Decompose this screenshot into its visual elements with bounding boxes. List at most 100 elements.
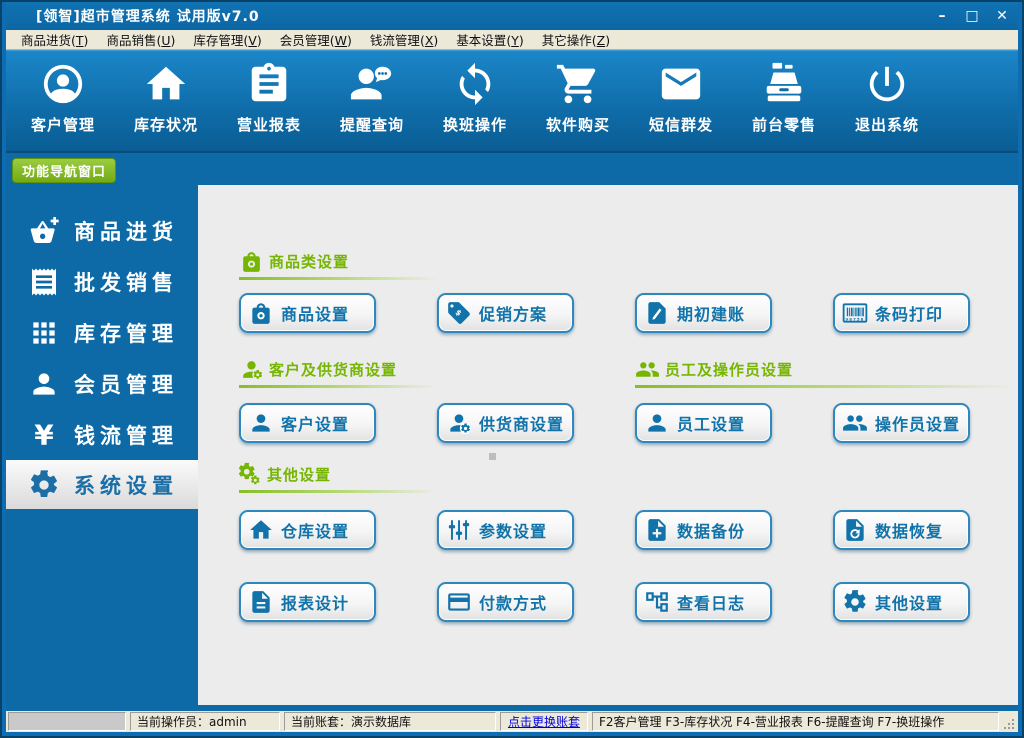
supplier-settings-button[interactable]: 供货商设置 bbox=[437, 403, 574, 443]
data-backup-button[interactable]: 数据备份 bbox=[635, 510, 772, 550]
maximize-button[interactable]: □ bbox=[964, 8, 980, 24]
menu-item-basic-settings[interactable]: 基本设置(Y) bbox=[447, 30, 532, 49]
menu-item-inventory[interactable]: 库存管理(V) bbox=[184, 30, 270, 49]
toolbar-reminder-query-button[interactable]: 提醒查询 bbox=[325, 61, 419, 151]
envelope-icon bbox=[658, 61, 704, 107]
barcode-icon: 98758 bbox=[842, 300, 868, 326]
document-pen-icon bbox=[644, 300, 670, 326]
sliders-icon bbox=[446, 517, 472, 543]
parameter-settings-button[interactable]: 参数设置 bbox=[437, 510, 574, 550]
toolbar-exit-system-button[interactable]: 退出系统 bbox=[840, 61, 934, 151]
receipt-icon bbox=[28, 266, 60, 298]
gears-icon bbox=[237, 462, 262, 487]
status-operator: 当前操作员：admin bbox=[130, 712, 280, 731]
menu-item-purchase[interactable]: 商品进货(T) bbox=[12, 30, 97, 49]
section-customer-supplier-title: 客户及供货商设置 bbox=[269, 359, 397, 380]
sidebar-item-purchase[interactable]: 商品进货 bbox=[6, 205, 198, 256]
nav-badge: 功能导航窗口 bbox=[12, 158, 116, 183]
cart-icon bbox=[555, 61, 601, 107]
users-icon bbox=[842, 410, 868, 436]
sidebar-item-system-settings[interactable]: 系统设置 bbox=[6, 460, 198, 509]
sidebar-item-cashflow[interactable]: ¥钱流管理 bbox=[6, 409, 198, 460]
log-icon bbox=[644, 589, 670, 615]
user-icon bbox=[248, 410, 274, 436]
section-staff-operator-header: 员工及操作员设置 bbox=[635, 357, 793, 382]
button-row: 报表设计 付款方式 查看日志 其他设置 bbox=[239, 582, 970, 622]
report-icon bbox=[248, 589, 274, 615]
menu-item-member[interactable]: 会员管理(W) bbox=[271, 30, 361, 49]
section-product-header: 商品类设置 bbox=[239, 249, 349, 274]
minimize-button[interactable]: – bbox=[934, 8, 950, 24]
resize-grip[interactable] bbox=[1003, 712, 1016, 731]
svg-text:¥: ¥ bbox=[34, 419, 54, 451]
status-bar: 当前操作员：admin 当前账套：演示数据库 点击更换账套 F2客户管理 F3-… bbox=[6, 711, 1018, 732]
product-settings-button[interactable]: 商品设置 bbox=[239, 293, 376, 333]
title-bar: [领智]超市管理系统 试用版v7.0 – □ ✕ bbox=[6, 2, 1018, 30]
toolbar-sms-broadcast-button[interactable]: 短信群发 bbox=[634, 61, 728, 151]
menu-item-sales[interactable]: 商品销售(U) bbox=[97, 30, 184, 49]
app-window: [领智]超市管理系统 试用版v7.0 – □ ✕ 商品进货(T)商品销售(U)库… bbox=[0, 0, 1024, 738]
report-design-button[interactable]: 报表设计 bbox=[239, 582, 376, 622]
payment-method-button[interactable]: 付款方式 bbox=[437, 582, 574, 622]
section-product-title: 商品类设置 bbox=[269, 251, 349, 272]
notepad-icon bbox=[246, 61, 292, 107]
toolbar-software-purchase-button[interactable]: 软件购买 bbox=[531, 61, 625, 151]
promotion-plan-button[interactable]: $促销方案 bbox=[437, 293, 574, 333]
toolbar: 客户管理库存状况营业报表提醒查询换班操作软件购买短信群发前台零售退出系统 bbox=[6, 50, 1018, 153]
button-row: 仓库设置 参数设置 数据备份 数据恢复 bbox=[239, 510, 970, 550]
yen-icon: ¥ bbox=[28, 419, 60, 451]
section-customer-supplier-header: 客户及供货商设置 bbox=[239, 357, 397, 382]
status-link-panel: 点击更换账套 bbox=[500, 712, 588, 731]
initial-account-button[interactable]: 期初建账 bbox=[635, 293, 772, 333]
bag-gear-icon bbox=[248, 300, 274, 326]
user-chat-icon bbox=[349, 61, 395, 107]
toolbar-shift-change-button[interactable]: 换班操作 bbox=[428, 61, 522, 151]
toolbar-inventory-status-button[interactable]: 库存状况 bbox=[119, 61, 213, 151]
user-gear-icon bbox=[239, 357, 264, 382]
status-hotkeys: F2客户管理 F3-库存状况 F4-营业报表 F6-提醒查询 F7-换班操作 bbox=[592, 712, 999, 731]
home-icon bbox=[143, 61, 189, 107]
section-staff-operator-title: 员工及操作员设置 bbox=[665, 359, 793, 380]
credit-card-icon bbox=[446, 589, 472, 615]
section-other-title: 其他设置 bbox=[267, 464, 331, 485]
section-divider bbox=[239, 277, 437, 280]
section-divider bbox=[239, 385, 437, 388]
barcode-print-button[interactable]: 98758条码打印 bbox=[833, 293, 970, 333]
toolbar-pos-retail-button[interactable]: 前台零售 bbox=[737, 61, 831, 151]
gear-icon bbox=[842, 589, 868, 615]
user-circle-icon bbox=[40, 61, 86, 107]
main-area: 功能导航窗口 商品进货批发销售库存管理会员管理¥钱流管理系统设置 商品类设置 商… bbox=[6, 153, 1018, 711]
sync-arrows-icon bbox=[452, 61, 498, 107]
users-icon bbox=[635, 357, 660, 382]
sidebar: 商品进货批发销售库存管理会员管理¥钱流管理系统设置 bbox=[6, 153, 198, 711]
section-other-header: 其他设置 bbox=[237, 462, 331, 487]
menu-item-cashflow[interactable]: 钱流管理(X) bbox=[361, 30, 447, 49]
other-settings-button[interactable]: 其他设置 bbox=[833, 582, 970, 622]
window-controls: – □ ✕ bbox=[934, 8, 1018, 24]
svg-text:98758: 98758 bbox=[846, 316, 865, 321]
cash-register-icon bbox=[761, 61, 807, 107]
operator-settings-button[interactable]: 操作员设置 bbox=[833, 403, 970, 443]
section-divider bbox=[239, 490, 437, 493]
employee-settings-button[interactable]: 员工设置 bbox=[635, 403, 772, 443]
button-row: 商品设置 $促销方案 期初建账 98758条码打印 bbox=[239, 293, 970, 333]
price-tag-icon: $ bbox=[446, 300, 472, 326]
user-gear-icon bbox=[446, 410, 472, 436]
power-icon bbox=[864, 61, 910, 107]
status-blank-panel bbox=[8, 712, 126, 731]
toolbar-customer-management-button[interactable]: 客户管理 bbox=[16, 61, 110, 151]
switch-account-link[interactable]: 点击更换账套 bbox=[508, 713, 580, 730]
content-panel: 商品类设置 商品设置 $促销方案 期初建账 98758条码打印 客户及供货商设置 员工… bbox=[198, 185, 1018, 705]
bag-gear-icon bbox=[239, 249, 264, 274]
doc-restore-icon bbox=[842, 517, 868, 543]
sidebar-item-member[interactable]: 会员管理 bbox=[6, 358, 198, 409]
menu-item-other-ops[interactable]: 其它操作(Z) bbox=[533, 30, 619, 49]
view-log-button[interactable]: 查看日志 bbox=[635, 582, 772, 622]
sidebar-item-wholesale[interactable]: 批发销售 bbox=[6, 256, 198, 307]
customer-settings-button[interactable]: 客户设置 bbox=[239, 403, 376, 443]
warehouse-settings-button[interactable]: 仓库设置 bbox=[239, 510, 376, 550]
toolbar-business-report-button[interactable]: 营业报表 bbox=[222, 61, 316, 151]
data-restore-button[interactable]: 数据恢复 bbox=[833, 510, 970, 550]
close-button[interactable]: ✕ bbox=[994, 8, 1010, 24]
sidebar-item-inventory[interactable]: 库存管理 bbox=[6, 307, 198, 358]
